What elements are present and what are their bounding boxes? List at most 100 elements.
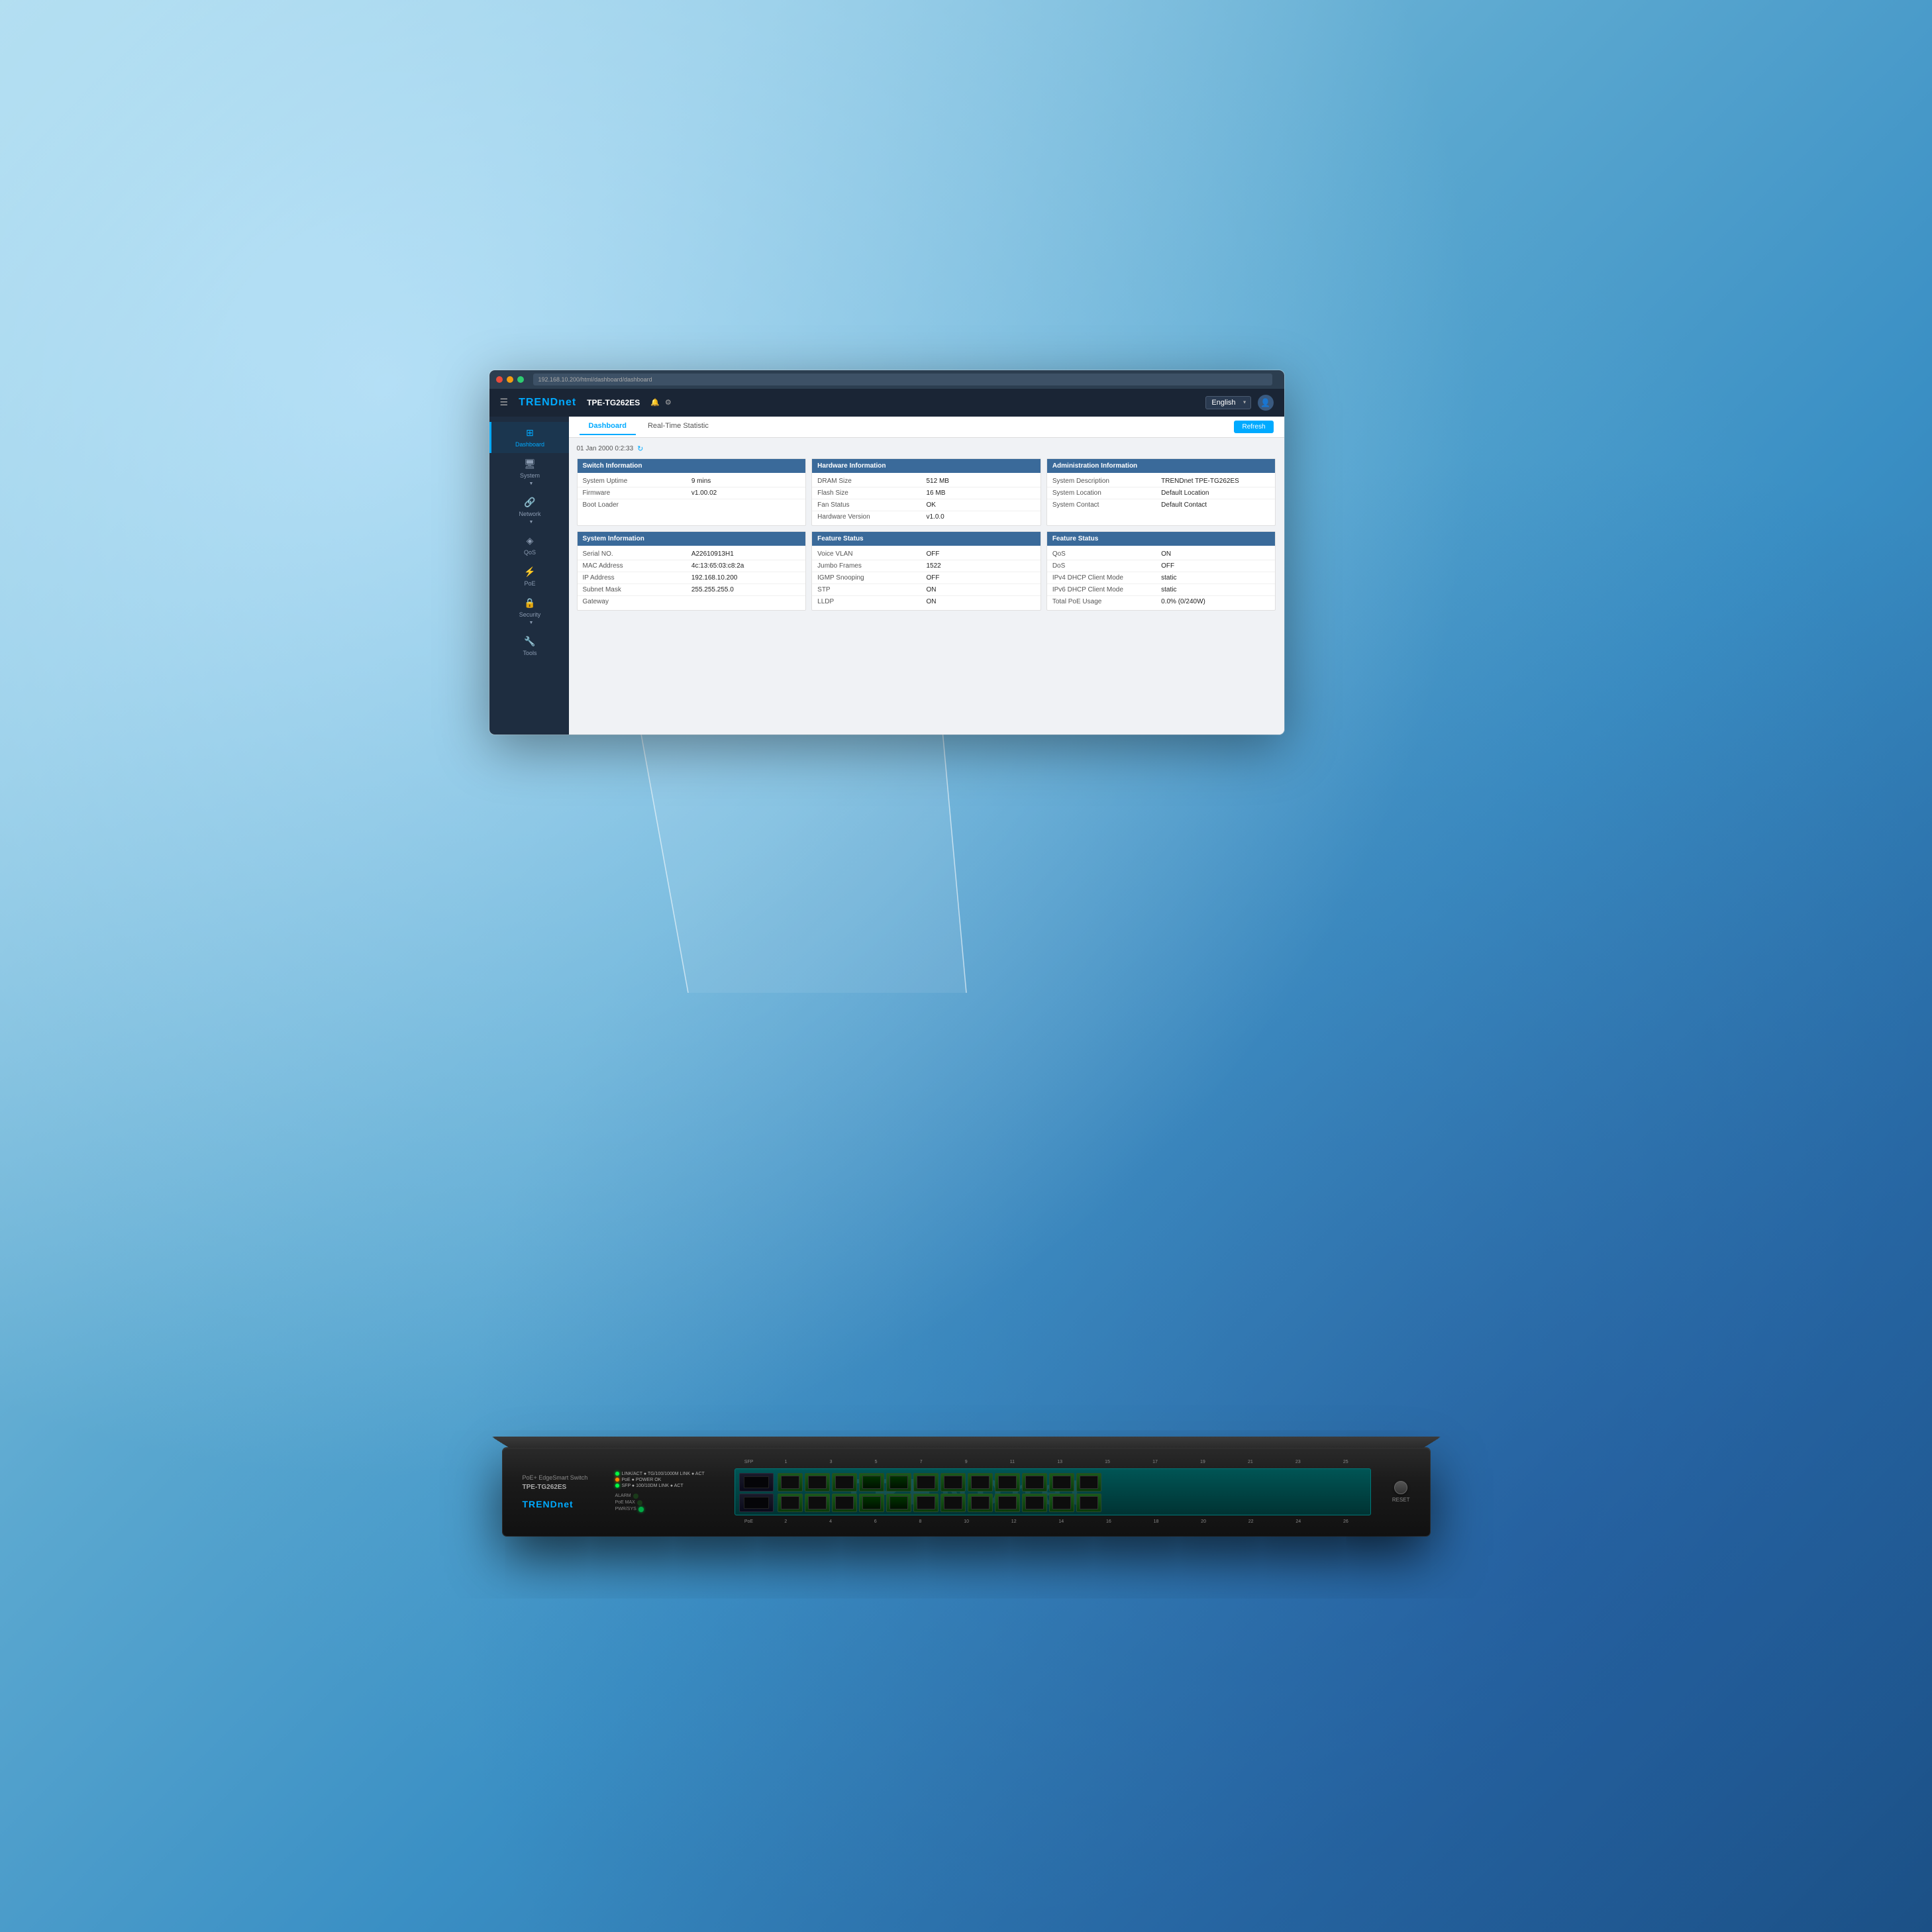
feat1-lldp-value: ON (927, 598, 1035, 605)
admin-contact-value: Default Contact (1161, 501, 1270, 509)
port-24 (1076, 1494, 1101, 1512)
sfp-port-2 (739, 1494, 774, 1512)
switch-uptime-value: 9 mins (691, 478, 800, 485)
sidebar-item-security[interactable]: 🔒 Security ▼ (489, 592, 569, 631)
hw-dram-row: DRAM Size 512 MB (812, 476, 1041, 487)
header-right: English 👤 (1205, 395, 1273, 411)
pwr-sys-status: PWR/SYS (615, 1507, 721, 1512)
refresh-button[interactable]: Refresh (1234, 421, 1273, 433)
hw-version-row: Hardware Version v1.0.0 (812, 511, 1041, 523)
switch-device: TRENDnet PoE+ EdgeSmart Switch TPE-TG262… (503, 1448, 1430, 1536)
dashboard-icon: ⊞ (526, 427, 534, 438)
browser-maximize-dot[interactable] (517, 376, 524, 383)
sub-nav-tabs: Dashboard Real-Time Statistic (580, 418, 718, 435)
poe-max-status: PoE MAX (615, 1500, 721, 1505)
feat1-vvlan-row: Voice VLAN OFF (812, 548, 1041, 560)
hamburger-icon[interactable]: ☰ (500, 397, 509, 408)
switch-chassis: TRENDnet PoE+ EdgeSmart Switch TPE-TG262… (503, 1448, 1430, 1536)
switch-top-face (491, 1437, 1441, 1448)
hardware-info-header: Hardware Information (812, 459, 1041, 473)
feature-status1-body: Voice VLAN OFF Jumbo Frames 1522 IGMP Sn… (812, 546, 1041, 610)
sys-gateway-label: Gateway (583, 598, 691, 605)
timestamp-row: 01 Jan 2000 0:2:33 ↻ (577, 444, 1276, 453)
timestamp-refresh-icon[interactable]: ↻ (637, 444, 643, 453)
alarm-led (633, 1494, 638, 1499)
switch-firmware-value: v1.00.02 (691, 489, 800, 497)
sidebar-item-tools[interactable]: 🔧 Tools (489, 631, 569, 662)
feature-status2-header: Feature Status (1047, 532, 1276, 546)
port-19 (1022, 1473, 1047, 1492)
sys-mac-label: MAC Address (583, 562, 691, 570)
feat1-igmp-label: IGMP Snooping (817, 574, 926, 582)
user-avatar-icon[interactable]: 👤 (1258, 395, 1274, 411)
tab-realtime[interactable]: Real-Time Statistic (638, 418, 718, 435)
security-icon: 🔒 (524, 597, 535, 609)
bell-icon[interactable]: 🔔 (650, 398, 660, 407)
sys-subnet-row: Subnet Mask 255.255.255.0 (578, 584, 806, 596)
sidebar-item-poe[interactable]: ⚡ PoE (489, 561, 569, 592)
admin-info-card: Administration Information System Descri… (1046, 458, 1276, 526)
settings-icon[interactable]: ⚙ (665, 398, 672, 407)
device-name-label: TPE-TG262ES (587, 398, 640, 407)
browser-close-dot[interactable] (496, 376, 503, 383)
sfp-port-2-container (739, 1494, 774, 1512)
qos-icon: ◈ (527, 535, 534, 546)
sys-gateway-value (691, 598, 800, 605)
hardware-info-card: Hardware Information DRAM Size 512 MB Fl… (811, 458, 1041, 526)
switch-firmware-row: Firmware v1.00.02 (578, 487, 806, 499)
network-icon: 🔗 (524, 497, 535, 508)
hw-version-value: v1.0.0 (927, 513, 1035, 521)
tab-dashboard[interactable]: Dashboard (580, 418, 636, 435)
switch-info-body: System Uptime 9 mins Firmware v1.00.02 B… (578, 473, 806, 513)
feat2-ipv4dhcp-value: static (1161, 574, 1270, 582)
hw-dram-label: DRAM Size (817, 478, 926, 485)
port-21 (1049, 1473, 1074, 1492)
feat2-ipv6dhcp-row: IPv6 DHCP Client Mode static (1047, 584, 1276, 596)
switch-model-label: TPE-TG262ES (523, 1484, 602, 1491)
hw-dram-value: 512 MB (927, 478, 1035, 485)
sidebar-item-qos[interactable]: ◈ QoS (489, 530, 569, 561)
feat2-dos-label: DoS (1052, 562, 1161, 570)
sidebar-item-system[interactable]: 🖥 System ▼ (489, 453, 569, 491)
browser-minimize-dot[interactable] (507, 376, 513, 383)
ports-bottom-row (739, 1494, 1366, 1512)
admin-info-header: Administration Information (1047, 459, 1276, 473)
hw-fan-value: OK (927, 501, 1035, 509)
feat2-ipv4dhcp-label: IPv4 DHCP Client Mode (1052, 574, 1161, 582)
port-14 (941, 1494, 966, 1512)
system-info-body: Serial NO. A22610913H1 MAC Address 4c:13… (578, 546, 806, 610)
hw-flash-label: Flash Size (817, 489, 926, 497)
port-labels-top: SFP 1 3 5 7 9 11 13 15 17 19 21 (735, 1460, 1371, 1464)
sys-ip-label: IP Address (583, 574, 691, 582)
header-left: ☰ TRENDnet TPE-TG262ES 🔔 ⚙ (500, 397, 672, 409)
sys-mac-value: 4c:13:65:03:c8:2a (691, 562, 800, 570)
feat1-vvlan-label: Voice VLAN (817, 550, 926, 558)
sfp-port-1 (739, 1473, 774, 1492)
port-7 (859, 1473, 884, 1492)
poe-max-led (637, 1500, 642, 1505)
feature-status2-body: QoS ON DoS OFF IPv4 DHCP Client Mode sta… (1047, 546, 1276, 610)
ports-top-row (739, 1473, 1366, 1492)
feat1-lldp-row: LLDP ON (812, 596, 1041, 607)
port-1 (778, 1473, 803, 1492)
pwr-sys-led (638, 1507, 644, 1512)
feat1-stp-label: STP (817, 586, 926, 593)
feat2-ipv4dhcp-row: IPv4 DHCP Client Mode static (1047, 572, 1276, 584)
sidebar-item-network[interactable]: 🔗 Network ▼ (489, 491, 569, 530)
alarm-status: ALARM (615, 1494, 721, 1499)
switch-uptime-label: System Uptime (583, 478, 691, 485)
language-selector[interactable]: English (1205, 396, 1250, 409)
switch-bootloader-row: Boot Loader (578, 499, 806, 511)
browser-address-bar[interactable]: 192.168.10.200/html/dashboard/dashboard (533, 374, 1272, 385)
hw-fan-label: Fan Status (817, 501, 926, 509)
switch-info-header: Switch Information (578, 459, 806, 473)
sidebar-item-dashboard[interactable]: ⊞ Dashboard (489, 422, 569, 453)
feat1-stp-value: ON (927, 586, 1035, 593)
sidebar-label-poe: PoE (524, 580, 535, 587)
switch-product-line: PoE+ EdgeSmart Switch (523, 1474, 602, 1481)
switch-bootloader-label: Boot Loader (583, 501, 691, 509)
sidebar-label-dashboard: Dashboard (515, 441, 544, 448)
reset-button-area[interactable]: RESET (1392, 1481, 1410, 1503)
port-20 (1022, 1494, 1047, 1512)
reset-button-face[interactable] (1394, 1481, 1407, 1494)
